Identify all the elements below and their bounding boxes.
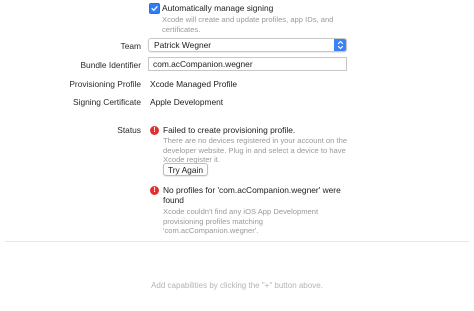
provisioning-profile-value: Xcode Managed Profile bbox=[150, 79, 238, 89]
provisioning-profile-label: Provisioning Profile bbox=[69, 79, 141, 89]
chevron-updown-icon bbox=[334, 39, 346, 51]
exclamation-circle-icon: ! bbox=[150, 126, 159, 135]
error-title-no-profiles: No profiles for 'com.acCompanion.wegner'… bbox=[163, 185, 341, 205]
auto-manage-signing-checkbox[interactable] bbox=[149, 3, 160, 14]
status-label: Status bbox=[117, 125, 141, 135]
capabilities-hint: Add capabilities by clicking the "+" but… bbox=[151, 281, 323, 290]
bundle-identifier-label: Bundle Identifier bbox=[80, 60, 141, 70]
section-divider bbox=[5, 241, 469, 242]
team-label: Team bbox=[120, 41, 141, 51]
error-description-no-profiles: Xcode couldn't find any iOS App Developm… bbox=[163, 207, 319, 236]
checkmark-icon bbox=[151, 6, 158, 11]
exclamation-circle-icon: ! bbox=[150, 186, 159, 195]
signing-certificate-value: Apple Development bbox=[150, 97, 224, 107]
error-description-provisioning: There are no devices registered in your … bbox=[163, 136, 348, 165]
bundle-identifier-field[interactable]: com.acCompanion.wegner bbox=[148, 57, 347, 71]
auto-manage-signing-label: Automatically manage signing bbox=[162, 3, 274, 13]
auto-manage-signing-description: Xcode will create and update profiles, a… bbox=[162, 15, 334, 34]
signing-certificate-label: Signing Certificate bbox=[73, 97, 141, 107]
error-title-provisioning: Failed to create provisioning profile. bbox=[163, 125, 296, 135]
try-again-button[interactable]: Try Again bbox=[163, 163, 208, 176]
team-popup[interactable]: Patrick Wegner bbox=[148, 38, 347, 52]
team-value: Patrick Wegner bbox=[154, 40, 212, 50]
bundle-identifier-value: com.acCompanion.wegner bbox=[153, 59, 253, 69]
